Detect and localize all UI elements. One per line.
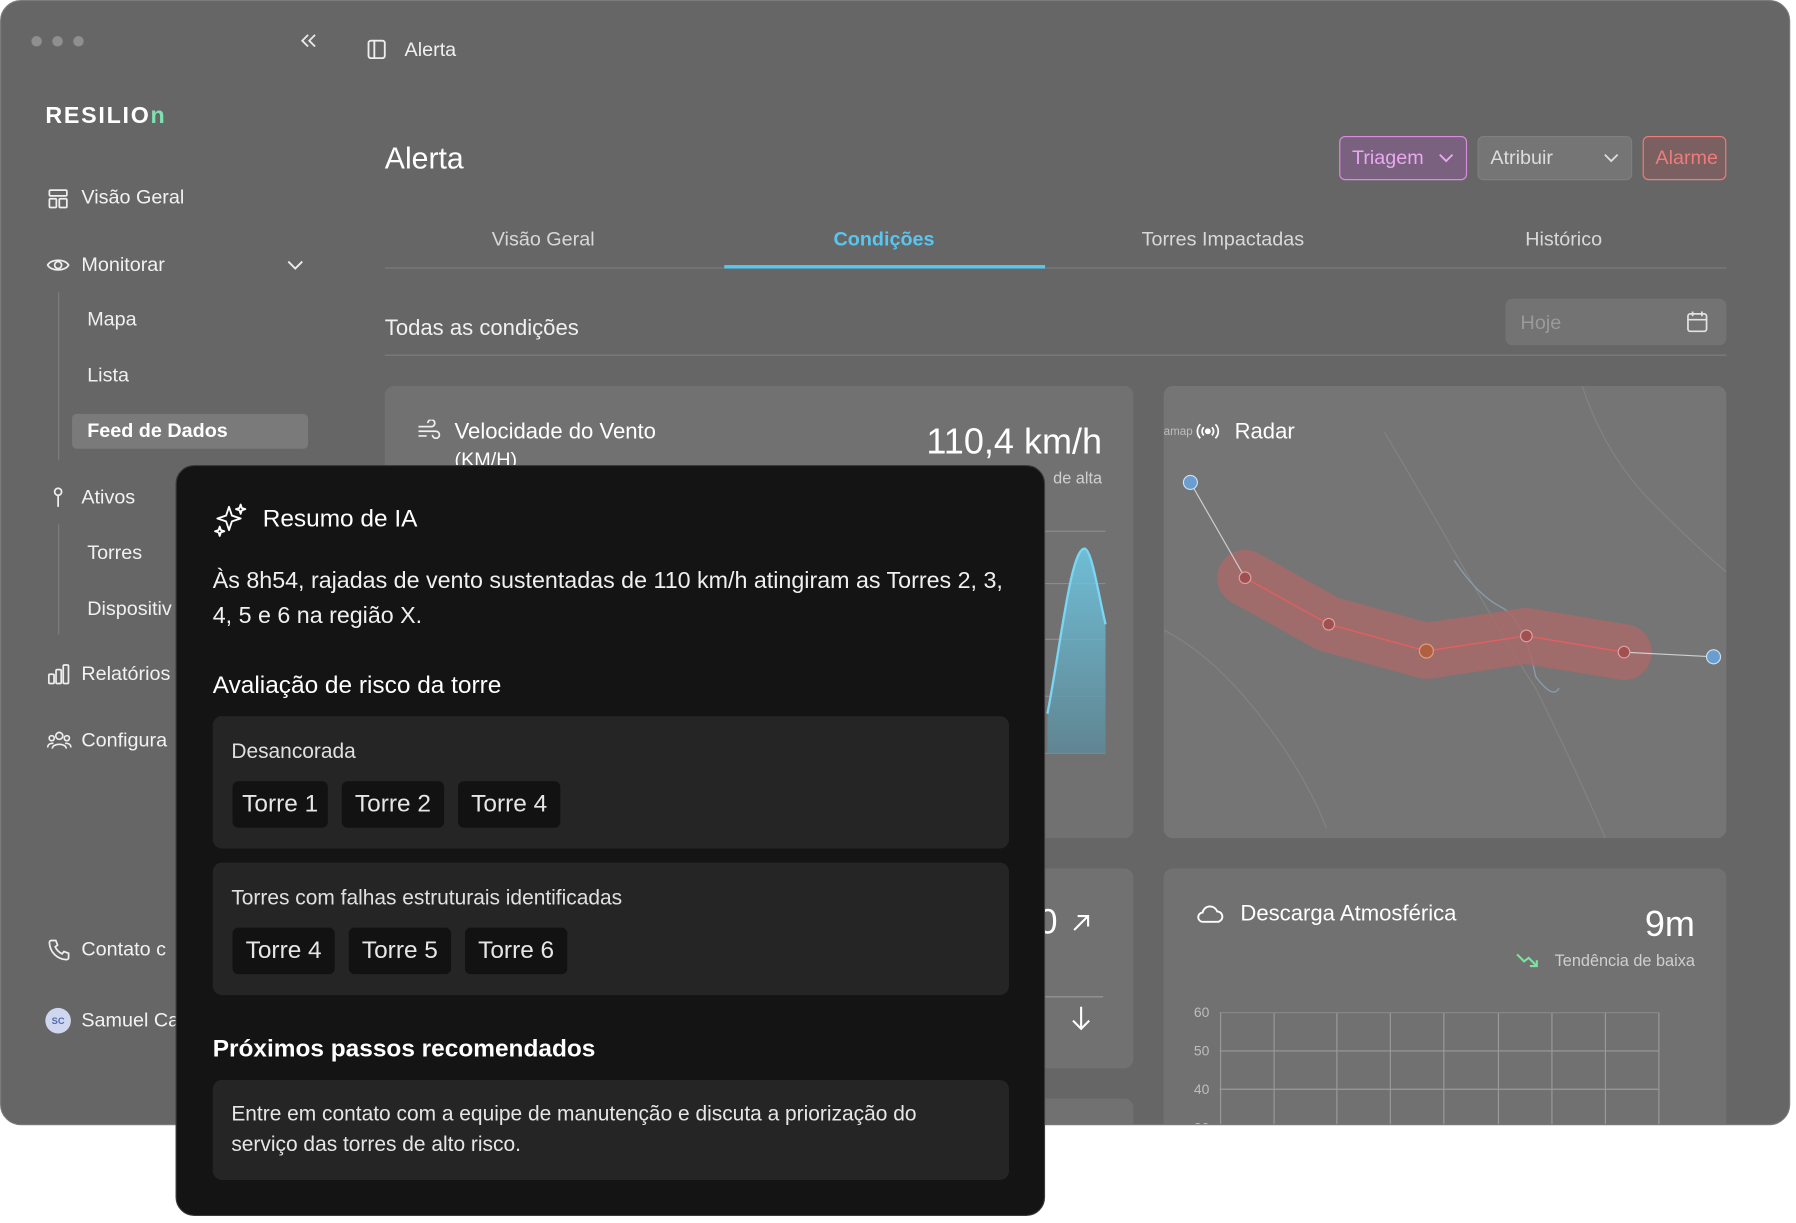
tower-chip[interactable]: Torre 6 [465,927,568,975]
cloud-icon [1197,905,1224,923]
ai-summary-text: Às 8h54, rajadas de vento sustentadas de… [212,568,1003,629]
sidebar-item-assets[interactable]: Ativos [81,486,135,509]
y-tick-50: 50 [1193,1042,1210,1060]
y-tick-30: 30 [1194,1119,1210,1124]
wind-speed-chart [1035,530,1107,754]
user-avatar[interactable]: SC [45,1007,71,1034]
lightning-chart-grid [1219,1012,1660,1125]
window-minimize-dot[interactable] [52,36,63,47]
assign-label: Atribuir [1490,146,1553,169]
conditions-divider [384,354,1727,356]
chevron-down-icon [1439,153,1454,163]
monitor-tree-line [58,291,60,461]
chevron-down-icon [1604,153,1619,163]
sidebar-item-towers[interactable]: Torres [87,542,142,565]
arrow-up-right-icon [1073,915,1090,931]
lightning-value: 9m [1644,903,1695,944]
page-title: Alerta [384,140,464,176]
arrow-down-icon [1072,1006,1091,1031]
sidebar-item-settings[interactable]: Configura [81,729,167,752]
calendar-icon [1687,311,1708,333]
phone-icon [48,938,71,961]
tabs-divider [384,267,1727,269]
y-tick-60: 60 [1193,1004,1210,1021]
tower-chip[interactable]: Torre 5 [348,927,452,975]
sidebar-panel-icon[interactable] [367,39,386,60]
wind-card-title: Velocidade do Vento [454,419,656,445]
active-tab-indicator [724,265,1046,269]
eye-icon [46,256,70,275]
conditions-heading: Todas as condições [384,316,579,341]
tab-conditions[interactable]: Condições [834,228,935,251]
tower-chip[interactable]: Torre 1 [232,781,328,828]
risk-group-label: Desancorada [231,739,356,763]
sidebar-item-list[interactable]: Lista [87,364,129,387]
sidebar-item-devices[interactable]: Dispositiv [87,598,172,621]
alarm-button[interactable]: Alarme [1642,136,1727,181]
risk-group-label: Torres com falhas estruturais identifica… [231,885,623,910]
sidebar-item-monitor[interactable]: Monitorar [81,253,164,276]
overview-icon [48,188,69,209]
lightning-trend-label: Tendência de baixa [1554,950,1695,970]
resilion-logo: RESILIOn [45,103,167,130]
triage-button[interactable]: Triagem [1339,136,1468,181]
sparkles-icon [214,503,247,537]
radar-card: amap Radar [1163,385,1727,839]
tab-history[interactable]: Histórico [1525,228,1602,251]
bar-chart-icon [47,664,70,685]
tower-chip[interactable]: Torre 4 [232,927,335,975]
secondary-metric-divider [1045,996,1104,998]
window-close-dot[interactable] [31,36,42,47]
tab-impacted-towers[interactable]: Torres Impactadas [1142,228,1305,251]
next-steps-box: Entre em contato com a equipe de manuten… [212,1079,1010,1180]
triage-label: Triagem [1351,146,1424,169]
next-steps-title: Próximos passos recomendados [212,1035,596,1063]
date-placeholder: Hoje [1520,311,1562,334]
tab-overview[interactable]: Visão Geral [492,228,595,251]
pin-icon [50,486,66,509]
window-maximize-dot[interactable] [73,36,84,47]
risk-group-structural: Torres com falhas estruturais identifica… [212,862,1010,996]
sidebar-item-map[interactable]: Mapa [87,308,136,331]
date-picker[interactable]: Hoje [1505,298,1727,346]
tower-chip[interactable]: Torre 2 [341,781,445,828]
wind-speed-value: 110,4 km/h [926,420,1103,462]
sidebar-item-overview[interactable]: Visão Geral [81,186,184,209]
chevron-down-icon[interactable] [286,257,305,271]
lightning-card-title: Descarga Atmosférica [1240,902,1457,927]
map-place-label: amap [1163,425,1193,439]
wind-trend-label: de alta [1053,468,1103,488]
collapse-sidebar-icon[interactable] [298,30,319,51]
sidebar-item-contact[interactable]: Contato c [81,938,166,961]
risk-group-unanchored: Desancorada Torre 1 Torre 2 Torre 4 [212,716,1010,849]
wind-icon [418,419,441,440]
trend-down-icon [1516,953,1538,968]
radar-map[interactable] [1163,385,1727,839]
radar-card-title: Radar [1234,419,1295,445]
radar-broadcast-icon [1196,423,1220,439]
assets-tree-line [58,524,60,635]
ai-panel-title: Resumo de IA [262,505,418,533]
assign-dropdown[interactable]: Atribuir [1477,136,1633,181]
next-steps-text: Entre em contato com a equipe de manuten… [231,1102,917,1156]
tower-chip[interactable]: Torre 4 [458,781,561,828]
risk-assessment-title: Avaliação de risco da torre [212,671,502,699]
users-icon [46,730,73,751]
window-title: Alerta [404,38,457,61]
sidebar-item-data-feed[interactable]: Feed de Dados [87,420,228,443]
lightning-card: Descarga Atmosférica 9m Tendência de bai… [1163,868,1727,1125]
sidebar-item-reports[interactable]: Relatórios [81,663,170,686]
y-tick-40: 40 [1193,1081,1210,1098]
user-name[interactable]: Samuel Ca [81,1009,179,1032]
ai-summary-panel: Resumo de IA Às 8h54, rajadas de vento s… [175,465,1046,1216]
